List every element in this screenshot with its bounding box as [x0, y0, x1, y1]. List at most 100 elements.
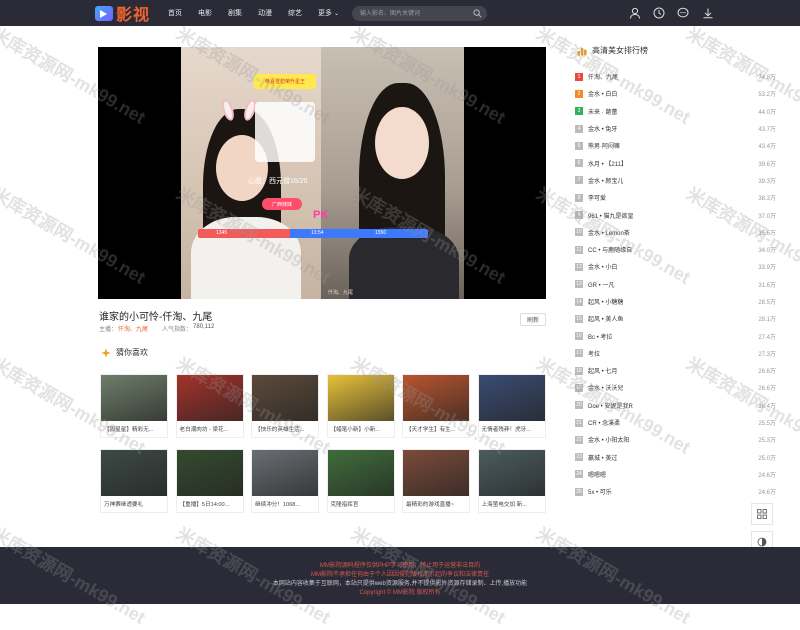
ranking-row[interactable]: 22 金水 • 小阳太阳 25.3万: [575, 431, 776, 448]
ranking-row[interactable]: 20 Doe • 安妮是我R 26.4万: [575, 397, 776, 414]
ranking-row[interactable]: 17 考拉 27.3万: [575, 345, 776, 362]
message-icon[interactable]: [677, 7, 689, 19]
history-icon[interactable]: [653, 7, 665, 19]
host-value[interactable]: 仟淘、九尾: [118, 324, 148, 333]
video-card[interactable]: 【重播】5日14:00...: [175, 449, 244, 513]
user-icon[interactable]: [629, 7, 641, 19]
rank-streamer-name[interactable]: 起风 • 美人鱼: [588, 314, 758, 323]
video-caption[interactable]: 【重播】5日14:00...: [177, 496, 243, 508]
video-caption[interactable]: 【周星星】精彩无...: [101, 421, 167, 433]
search-icon[interactable]: [473, 9, 482, 18]
refresh-button[interactable]: 刷新: [520, 313, 546, 326]
video-thumbnail[interactable]: [252, 375, 318, 421]
nav-item-more[interactable]: 更多 ⌄: [318, 8, 339, 18]
video-card[interactable]: 万神赛继透要礼: [100, 449, 168, 513]
video-card[interactable]: 老白潮肉坊 - 梁花...: [175, 374, 244, 438]
rank-streamer-name[interactable]: CC • 与鹿随缘自: [588, 245, 758, 254]
video-caption[interactable]: 继续冲分！1068...: [252, 496, 318, 508]
ranking-row[interactable]: 11 CC • 与鹿随缘自 34.0万: [575, 241, 776, 258]
rank-streamer-name[interactable]: 金水 • 小阳太阳: [588, 435, 758, 444]
ranking-row[interactable]: 6 水月 • 【211】 39.6万: [575, 154, 776, 171]
video-thumbnail[interactable]: [403, 375, 469, 421]
video-thumbnail[interactable]: [327, 375, 394, 421]
rank-streamer-name[interactable]: 仟淘、九尾: [588, 72, 758, 81]
video-caption[interactable]: 无情者残莽！虎牙...: [479, 421, 545, 433]
search-input[interactable]: [360, 8, 470, 19]
ranking-row[interactable]: 14 起风 • 小糖糖 28.5万: [575, 293, 776, 310]
rank-streamer-name[interactable]: 金水 • 颜宝儿: [588, 176, 758, 185]
download-icon[interactable]: [702, 7, 714, 19]
video-thumbnail[interactable]: [252, 450, 318, 496]
ranking-row[interactable]: 4 金水 • 兔牙 43.7万: [575, 120, 776, 137]
ranking-row[interactable]: 2 金水 • 白白 53.2万: [575, 85, 776, 102]
nav-item-variety[interactable]: 综艺: [288, 8, 302, 18]
video-card[interactable]: 克隆指挥官: [326, 449, 395, 513]
site-logo[interactable]: 影视: [95, 4, 150, 24]
rank-streamer-name[interactable]: GR • 一凡: [588, 280, 758, 289]
rank-streamer-name[interactable]: 金水 • 兔牙: [588, 124, 758, 133]
video-caption[interactable]: 上海萤电交加 新...: [479, 496, 545, 508]
rank-streamer-name[interactable]: 赢城 • 美过: [588, 453, 758, 462]
nav-item-home[interactable]: 首页: [168, 8, 182, 18]
nav-item-series[interactable]: 剧集: [228, 8, 242, 18]
video-card[interactable]: 【周星星】精彩无...: [100, 374, 168, 438]
video-thumbnail[interactable]: [478, 375, 545, 421]
ranking-row[interactable]: 18 起风 • 七月 26.6万: [575, 362, 776, 379]
rank-streamer-name[interactable]: CR • 念溪柔: [588, 418, 758, 427]
ranking-row[interactable]: 5 熊男·阿闷嘛 43.4万: [575, 137, 776, 154]
video-caption[interactable]: 克隆指挥官: [328, 496, 394, 508]
ranking-row[interactable]: 10 金水 • Lemon茶 35.6万: [575, 224, 776, 241]
rank-streamer-name[interactable]: 李可爱: [588, 193, 758, 202]
video-thumbnail[interactable]: [101, 375, 167, 421]
ranking-row[interactable]: 25 5x • 可乐 24.6万: [575, 483, 776, 500]
ranking-row[interactable]: 19 金水 • 沃沃兒 26.6万: [575, 379, 776, 396]
rank-streamer-name[interactable]: 金水 • 白白: [588, 89, 758, 98]
video-card[interactable]: 最精彩的游戏直播~: [402, 449, 470, 513]
video-caption[interactable]: 【快乐的英雄生活...: [252, 421, 318, 433]
float-grid-button[interactable]: [751, 503, 773, 525]
rank-streamer-name[interactable]: 熊男·阿闷嘛: [588, 141, 758, 150]
ranking-row[interactable]: 12 金水 • 小白 33.9万: [575, 258, 776, 275]
rank-streamer-name[interactable]: 嗯嗯嗯: [588, 470, 758, 479]
ranking-row[interactable]: 1 仟淘、九尾 74.8万: [575, 68, 776, 85]
video-thumbnail[interactable]: [176, 450, 243, 496]
video-card[interactable]: 【天才学生】有生...: [402, 374, 470, 438]
ranking-row[interactable]: 9 961 • 猫九是欲皇 37.0万: [575, 206, 776, 223]
video-card[interactable]: 【快乐的英雄生活...: [251, 374, 319, 438]
ranking-row[interactable]: 13 GR • 一凡 31.6万: [575, 276, 776, 293]
nav-item-movies[interactable]: 电影: [198, 8, 212, 18]
video-caption[interactable]: 【天才学生】有生...: [403, 421, 469, 433]
video-caption[interactable]: 最精彩的游戏直播~: [403, 496, 469, 508]
video-thumbnail[interactable]: [176, 375, 243, 421]
ranking-row[interactable]: 24 嗯嗯嗯 24.6万: [575, 466, 776, 483]
rank-streamer-name[interactable]: 起风 • 小糖糖: [588, 297, 758, 306]
video-player[interactable]: 恭喜雪碧荣升星王 心愿：西元僧16/20 广西妹妹 PK 1345 13:54 …: [98, 47, 546, 299]
ranking-row[interactable]: 21 CR • 念溪柔 25.5万: [575, 414, 776, 431]
rank-streamer-name[interactable]: 未来 · 葩蕾: [588, 107, 758, 116]
rank-streamer-name[interactable]: 起风 • 七月: [588, 366, 758, 375]
gift-button[interactable]: 广西妹妹: [262, 198, 302, 210]
video-thumbnail[interactable]: [478, 450, 545, 496]
video-caption[interactable]: 老白潮肉坊 - 梁花...: [177, 421, 243, 433]
video-thumbnail[interactable]: [403, 450, 469, 496]
rank-streamer-name[interactable]: 金水 • 小白: [588, 262, 758, 271]
nav-item-anime[interactable]: 动漫: [258, 8, 272, 18]
ranking-row[interactable]: 16 Bc • 考拉 27.4万: [575, 327, 776, 344]
ranking-row[interactable]: 15 起风 • 美人鱼 28.1万: [575, 310, 776, 327]
video-thumbnail[interactable]: [327, 450, 394, 496]
ranking-row[interactable]: 8 李可爱 38.3万: [575, 189, 776, 206]
rank-streamer-name[interactable]: Bc • 考拉: [588, 332, 758, 341]
rank-streamer-name[interactable]: Doe • 安妮是我R: [588, 401, 758, 410]
video-card[interactable]: 【蜡笔小新】小新...: [326, 374, 395, 438]
video-card[interactable]: 上海萤电交加 新...: [477, 449, 546, 513]
rank-streamer-name[interactable]: 5x • 可乐: [588, 487, 758, 496]
video-caption[interactable]: 【蜡笔小新】小新...: [328, 421, 394, 433]
ranking-row[interactable]: 23 赢城 • 美过 25.0万: [575, 449, 776, 466]
rank-streamer-name[interactable]: 考拉: [588, 349, 758, 358]
rank-streamer-name[interactable]: 金水 • 沃沃兒: [588, 383, 758, 392]
rank-streamer-name[interactable]: 水月 • 【211】: [588, 159, 758, 168]
rank-streamer-name[interactable]: 金水 • Lemon茶: [588, 228, 758, 237]
video-thumbnail[interactable]: [101, 450, 167, 496]
ranking-row[interactable]: 3 未来 · 葩蕾 44.0万: [575, 103, 776, 120]
video-card[interactable]: 无情者残莽！虎牙...: [477, 374, 546, 438]
